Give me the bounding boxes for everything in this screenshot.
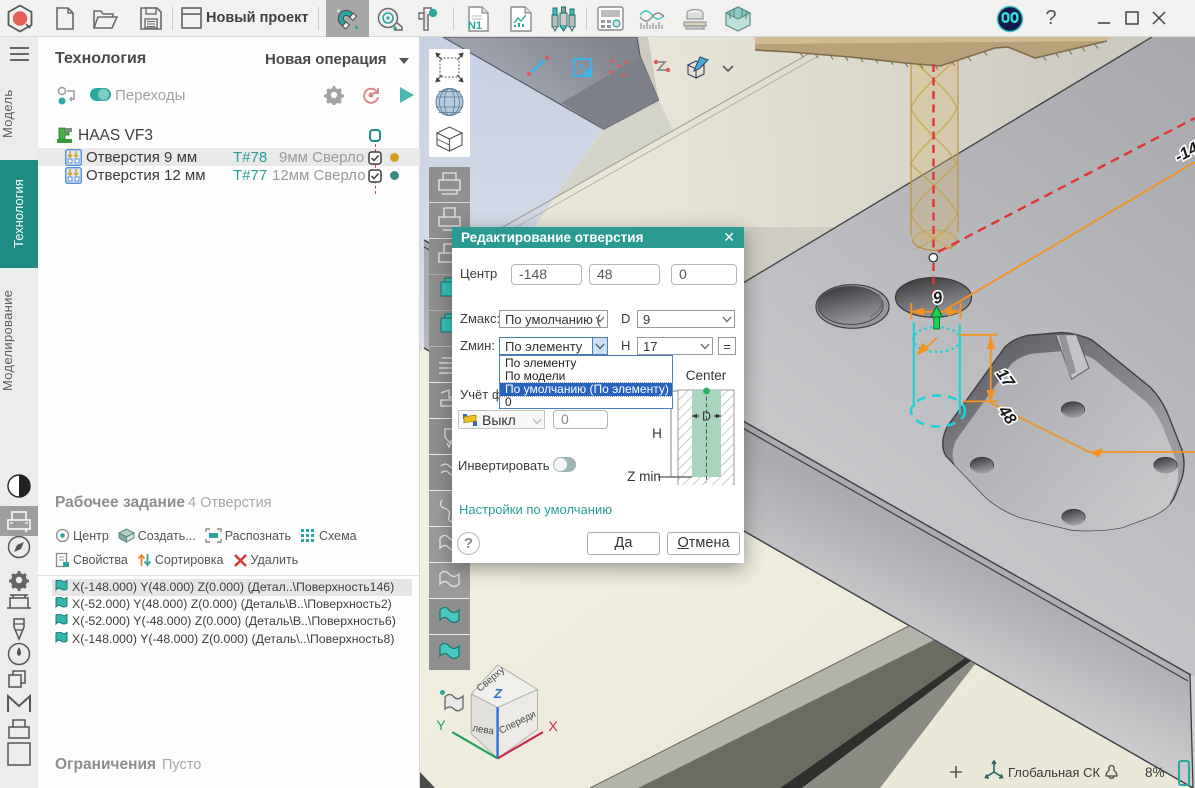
svg-text:Глобальная СК: Глобальная СК (1008, 765, 1100, 780)
svg-text:Center: Center (686, 368, 727, 383)
svg-text:H: H (652, 426, 662, 441)
svg-text:Z: Z (493, 686, 503, 701)
svg-text:Z min: Z min (627, 469, 661, 484)
svg-text:X: X (548, 718, 558, 734)
svg-text:N1: N1 (468, 20, 482, 32)
svg-text:8%: 8% (1145, 765, 1165, 780)
svg-text:D: D (702, 410, 711, 424)
svg-text:Y: Y (436, 717, 446, 733)
